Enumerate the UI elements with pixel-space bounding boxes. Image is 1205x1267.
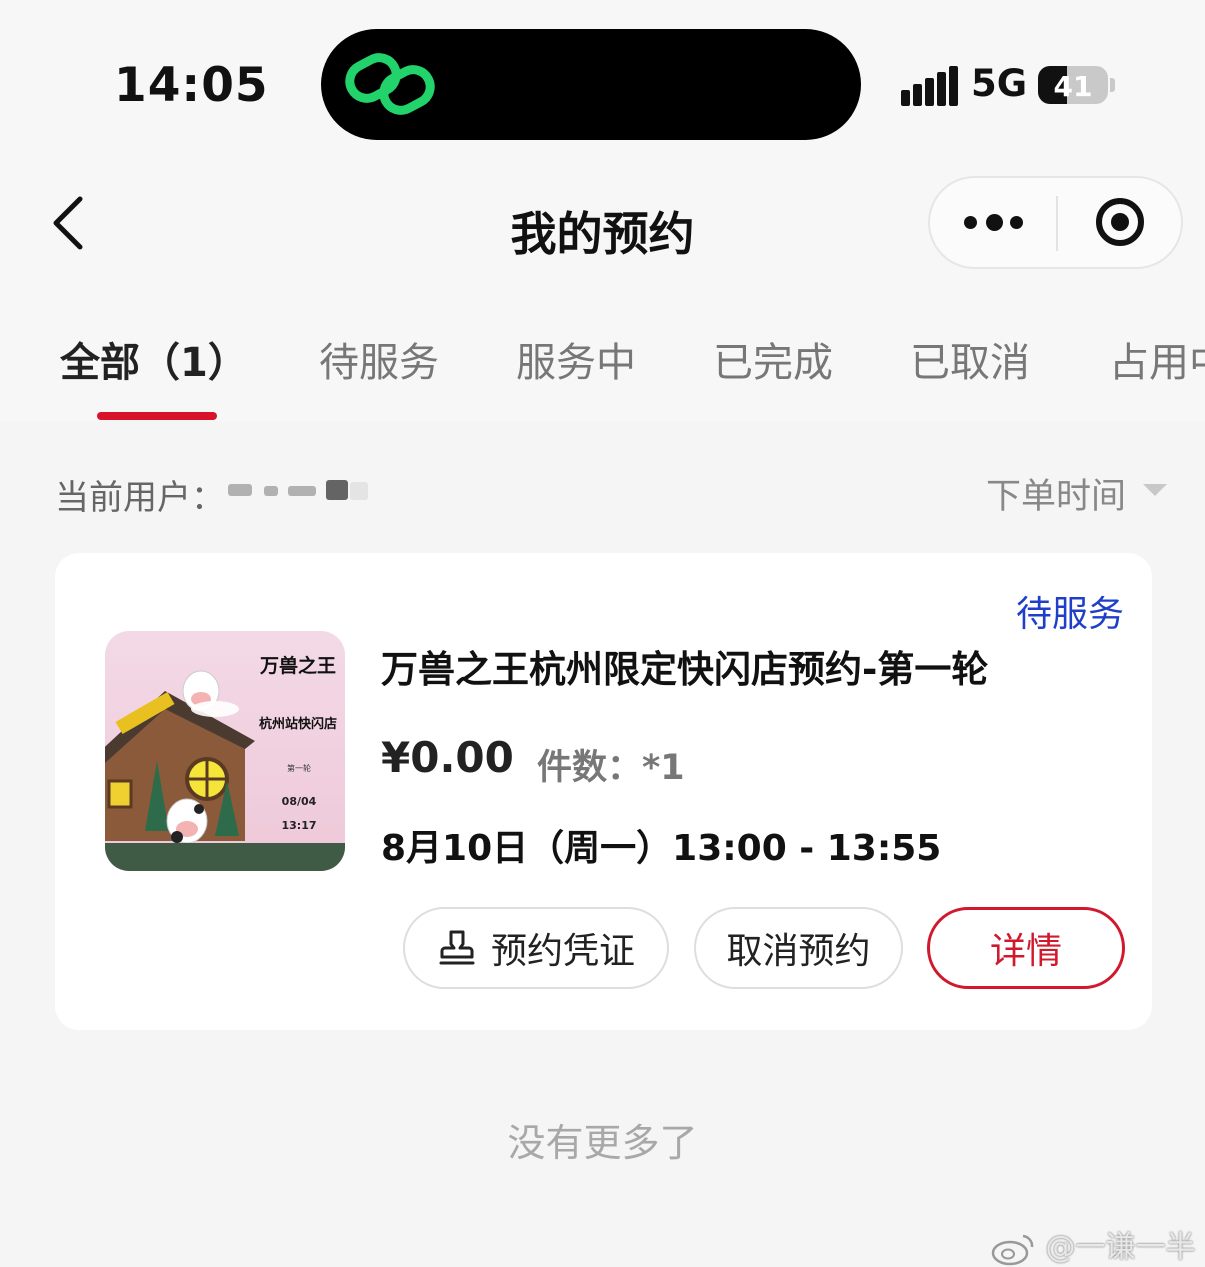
signal-icon <box>901 66 959 106</box>
poster-logo-text: 万兽之王 <box>259 655 336 677</box>
stamp-icon <box>439 930 475 965</box>
network-type: 5G <box>971 62 1028 105</box>
tab-all[interactable]: 全部（1） <box>60 330 248 388</box>
product-thumbnail[interactable]: 万兽之王 杭州站快闪店 第一轮 08/04 13:17 <box>105 631 345 871</box>
tab-occupied[interactable]: 占用中 <box>1109 330 1205 388</box>
reservation-datetime: 8月10日（周一）13:00 - 13:55 <box>381 828 942 869</box>
voucher-label: 预约凭证 <box>490 931 635 972</box>
active-tab-indicator <box>97 412 217 420</box>
reservation-title[interactable]: 万兽之王杭州限定快闪店预约-第一轮 <box>381 639 988 693</box>
cancel-reservation-button[interactable]: 取消预约 <box>694 907 903 989</box>
voucher-button[interactable]: 预约凭证 <box>403 907 669 989</box>
battery-level: 41 <box>1053 70 1093 103</box>
mini-program-capsule <box>928 176 1183 269</box>
poster-round-text: 第一轮 <box>287 764 311 773</box>
target-circle-icon[interactable] <box>1096 198 1144 246</box>
quantity: 件数：*1 <box>537 748 685 788</box>
dynamic-island <box>321 29 861 140</box>
reservation-card[interactable]: 待服务 万兽之王 杭州站快闪店 第一轮 08/04 13:17 万兽之王杭州限定… <box>55 553 1152 1030</box>
more-dots-icon[interactable] <box>964 211 1024 235</box>
no-more-text: 没有更多了 <box>507 1121 698 1165</box>
tab-pending[interactable]: 待服务 <box>319 330 439 388</box>
battery-icon: 41 <box>1038 66 1108 104</box>
status-time: 14:05 <box>114 58 269 113</box>
masked-user-id <box>228 478 368 502</box>
current-user-label: 当前用户： <box>55 478 225 518</box>
poster-date-text: 08/04 <box>281 795 317 808</box>
tab-cancelled[interactable]: 已取消 <box>910 330 1030 388</box>
sort-dropdown[interactable]: 下单时间 <box>986 468 1126 519</box>
watermark: @一谦一半 <box>990 1222 1196 1266</box>
weibo-icon <box>991 1234 1034 1265</box>
status-badge: 待服务 <box>1015 594 1124 635</box>
price: ¥0.00 <box>381 733 514 782</box>
tab-in-service[interactable]: 服务中 <box>516 330 636 388</box>
poster-time-text: 13:17 <box>281 819 317 832</box>
detail-button[interactable]: 详情 <box>927 907 1125 989</box>
poster-store-text: 杭州站快闪店 <box>258 717 337 732</box>
tab-completed[interactable]: 已完成 <box>713 330 833 388</box>
caret-down-icon[interactable] <box>1143 484 1167 496</box>
watermark-text: @一谦一半 <box>1045 1230 1196 1265</box>
link-icon <box>345 53 435 115</box>
